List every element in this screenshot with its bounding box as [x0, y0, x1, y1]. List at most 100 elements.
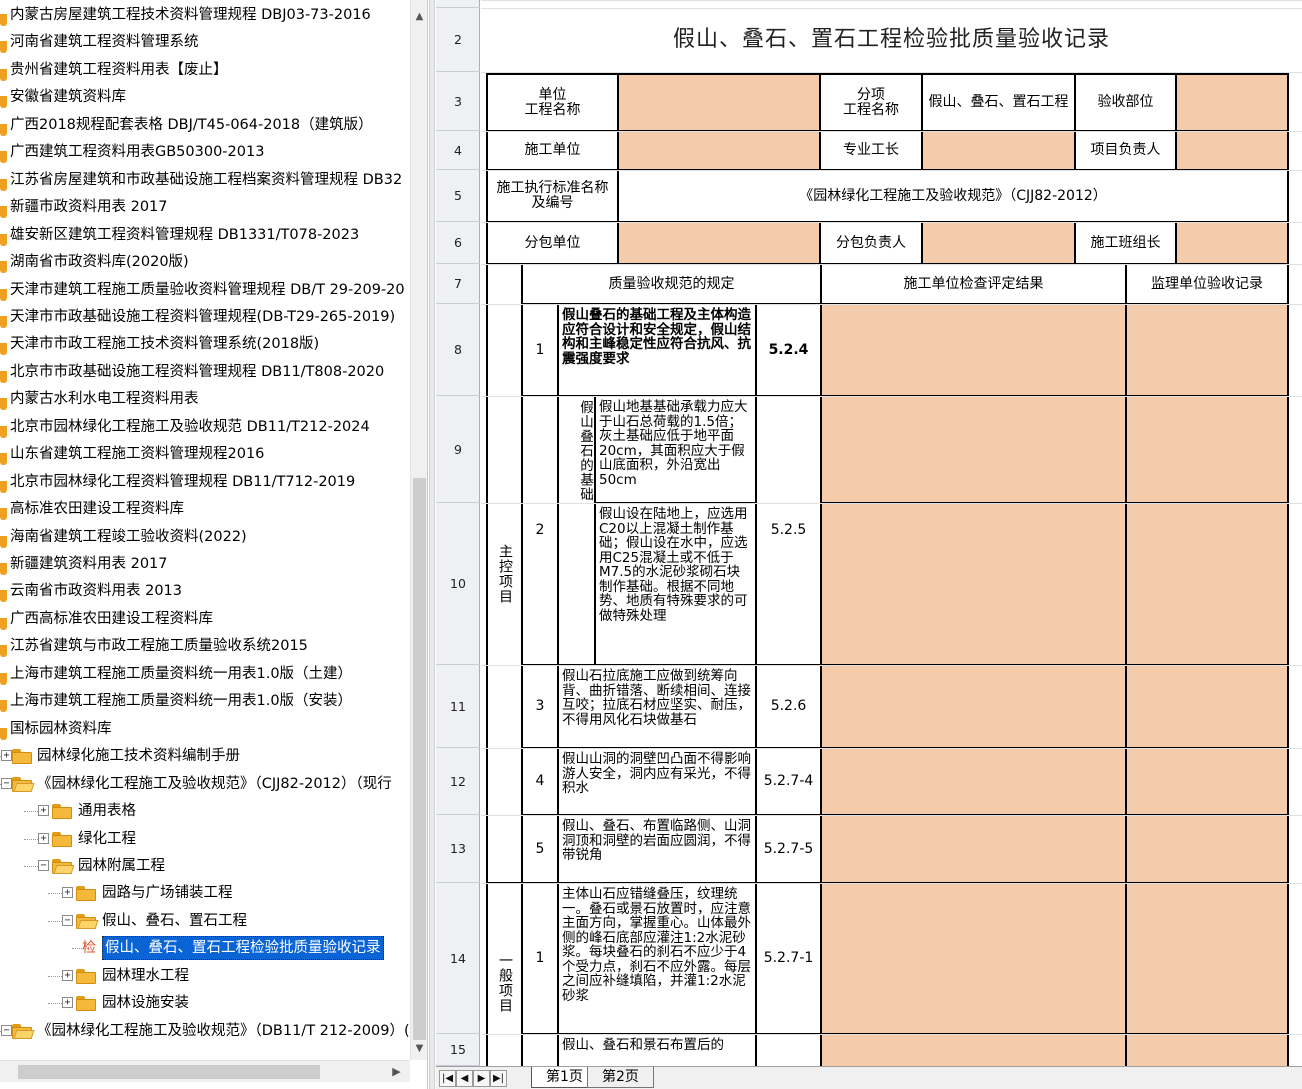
- foreman-value[interactable]: [922, 131, 1075, 170]
- acceptance-part-value[interactable]: [1176, 74, 1288, 131]
- tree-item[interactable]: − 假山、叠石、置石工程: [0, 908, 410, 934]
- next-sheet-icon[interactable]: ▶: [473, 1070, 490, 1087]
- project-leader-value[interactable]: [1176, 131, 1288, 170]
- last-sheet-icon[interactable]: ▶|: [490, 1070, 507, 1087]
- row-number[interactable]: 11: [436, 665, 480, 748]
- expand-icon[interactable]: +: [62, 887, 73, 899]
- tree-item[interactable]: 天津市建筑工程施工质量验收资料管理规程 DB/T 29-209-20: [0, 277, 410, 303]
- check-result-cell[interactable]: [821, 815, 1126, 883]
- tree-item[interactable]: 广西建筑工程资料用表GB50300-2013: [0, 139, 410, 165]
- tree-item[interactable]: 云南省市政资料用表 2013: [0, 578, 410, 604]
- first-sheet-icon[interactable]: |◀: [439, 1070, 456, 1087]
- row-number[interactable]: 10: [436, 503, 480, 665]
- row-number[interactable]: 13: [436, 815, 480, 883]
- tree-item[interactable]: 内蒙古房屋建筑工程技术资料管理规程 DBJ03-73-2016: [0, 2, 410, 28]
- row-number[interactable]: 2: [436, 8, 480, 72]
- tree-item[interactable]: 北京市园林绿化工程施工及验收规范 DB11/T212-2024: [0, 414, 410, 440]
- tree-item[interactable]: 内蒙古水利水电工程资料用表: [0, 386, 410, 412]
- row-number[interactable]: 12: [436, 748, 480, 815]
- supervision-cell[interactable]: [1126, 883, 1288, 1034]
- tree-item[interactable]: + 通用表格: [0, 798, 410, 824]
- tree-item[interactable]: 北京市市政基础设施工程资料管理规程 DB11/T808-2020: [0, 359, 410, 385]
- collapse-icon[interactable]: −: [1, 777, 12, 789]
- tree-item[interactable]: 山东省建筑工程施工资料管理规程2016: [0, 441, 410, 467]
- tree-horizontal-scrollbar[interactable]: ▶: [0, 1060, 410, 1082]
- expand-icon[interactable]: +: [1, 750, 12, 762]
- check-result-cell[interactable]: [821, 665, 1126, 748]
- tree-item[interactable]: 检假山、叠石、置石工程检验批质量验收记录: [0, 935, 410, 961]
- tree-item[interactable]: + 园路与广场铺装工程: [0, 880, 410, 906]
- collapse-icon[interactable]: −: [38, 859, 49, 871]
- row-number[interactable]: 9: [436, 396, 480, 503]
- tree-vertical-scrollbar[interactable]: ▲ ▼: [410, 0, 427, 1060]
- tree-item[interactable]: 贵州省建筑工程资料用表【废止】: [0, 57, 410, 83]
- tree-item[interactable]: 海南省建筑工程竣工验收资料(2022): [0, 524, 410, 550]
- subcontract-leader-value[interactable]: [922, 222, 1075, 264]
- tree-item[interactable]: 江苏省房屋建筑和市政基础设施工程档案资料管理规程 DB32: [0, 167, 410, 193]
- tree-item[interactable]: 新疆市政资料用表 2017: [0, 194, 410, 220]
- item-number: 5: [522, 815, 558, 883]
- tree-item[interactable]: 北京市园林绿化工程资料管理规程 DB11/T712-2019: [0, 469, 410, 495]
- tree-item[interactable]: 广西2018规程配套表格 DBJ/T45-064-2018（建筑版）: [0, 112, 410, 138]
- unit-project-value[interactable]: [618, 74, 820, 131]
- tree-item[interactable]: − 园林附属工程: [0, 853, 410, 879]
- tree-item[interactable]: 安徽省建筑资料库: [0, 84, 410, 110]
- team-leader-value[interactable]: [1176, 222, 1288, 264]
- expand-icon[interactable]: +: [62, 997, 73, 1009]
- sheet-tab-2[interactable]: 第2页: [587, 1067, 654, 1088]
- scroll-down-icon[interactable]: ▼: [411, 1040, 428, 1057]
- check-result-cell[interactable]: [821, 748, 1126, 815]
- row-number[interactable]: [436, 0, 480, 8]
- check-result-cell[interactable]: [821, 503, 1126, 665]
- tree-item[interactable]: + 绿化工程: [0, 826, 410, 852]
- tree-item[interactable]: 天津市市政工程施工技术资料管理系统(2018版): [0, 331, 410, 357]
- supervision-cell[interactable]: [1126, 665, 1288, 748]
- row-number[interactable]: 4: [436, 131, 480, 170]
- row-number[interactable]: 15: [436, 1034, 480, 1066]
- row-number[interactable]: 7: [436, 264, 480, 304]
- row-number[interactable]: 6: [436, 222, 480, 264]
- expand-icon[interactable]: +: [38, 832, 49, 844]
- tree-item[interactable]: 上海市建筑工程施工质量资料统一用表1.0版（安装）: [0, 688, 410, 714]
- supervision-cell[interactable]: [1126, 304, 1288, 396]
- tree-item[interactable]: 河南省建筑工程资料管理系统: [0, 29, 410, 55]
- row-number[interactable]: 14: [436, 883, 480, 1034]
- supervision-cell[interactable]: [1126, 748, 1288, 815]
- expand-icon[interactable]: +: [62, 969, 73, 981]
- scroll-thumb[interactable]: [413, 478, 426, 1040]
- tree-item[interactable]: 雄安新区建筑工程资料管理规程 DB1331/T078-2023: [0, 222, 410, 248]
- collapse-icon[interactable]: −: [1, 1024, 12, 1036]
- supervision-cell[interactable]: [1126, 815, 1288, 883]
- panel-splitter[interactable]: [429, 0, 435, 1089]
- tree-node-icon: [0, 535, 7, 548]
- prev-sheet-icon[interactable]: ◀: [456, 1070, 473, 1087]
- tree-item[interactable]: 国标园林资料库: [0, 716, 410, 742]
- scroll-up-icon[interactable]: ▲: [411, 8, 428, 25]
- check-result-cell[interactable]: [821, 304, 1126, 396]
- row-number[interactable]: 3: [436, 72, 480, 131]
- tree-item[interactable]: 湖南省市政资料库(2020版): [0, 249, 410, 275]
- tree-item[interactable]: 高标准农田建设工程资料库: [0, 496, 410, 522]
- collapse-icon[interactable]: −: [62, 914, 73, 926]
- tree-item[interactable]: 天津市市政基础设施工程资料管理规程(DB-T29-265-2019): [0, 304, 410, 330]
- check-result-cell[interactable]: [821, 883, 1126, 1034]
- tree-item[interactable]: + 园林理水工程: [0, 963, 410, 989]
- row-number[interactable]: 5: [436, 170, 480, 222]
- row-number[interactable]: 8: [436, 304, 480, 396]
- hscroll-thumb[interactable]: [18, 1065, 320, 1079]
- tree-item[interactable]: − 《园林绿化工程施工及验收规范》（DB11/T 212-2009）(: [0, 1018, 410, 1044]
- supervision-cell[interactable]: [1126, 503, 1288, 665]
- tree-item[interactable]: 广西高标准农田建设工程资料库: [0, 606, 410, 632]
- check-result-cell[interactable]: [821, 396, 1126, 503]
- subcontract-unit-value[interactable]: [618, 222, 820, 264]
- supervision-cell[interactable]: [1126, 396, 1288, 503]
- tree-item[interactable]: + 园林绿化施工技术资料编制手册: [0, 743, 410, 769]
- tree-item[interactable]: 上海市建筑工程施工质量资料统一用表1.0版（土建）: [0, 661, 410, 687]
- tree-item[interactable]: − 《园林绿化工程施工及验收规范》（CJJ82-2012）（现行: [0, 771, 410, 797]
- expand-icon[interactable]: +: [38, 805, 49, 817]
- scroll-right-icon[interactable]: ▶: [388, 1061, 405, 1083]
- tree-item[interactable]: + 园林设施安装: [0, 990, 410, 1016]
- tree-item[interactable]: 江苏省建筑与市政工程施工质量验收系统2015: [0, 633, 410, 659]
- tree-item[interactable]: 新疆建筑资料用表 2017: [0, 551, 410, 577]
- construction-unit-value[interactable]: [618, 131, 820, 170]
